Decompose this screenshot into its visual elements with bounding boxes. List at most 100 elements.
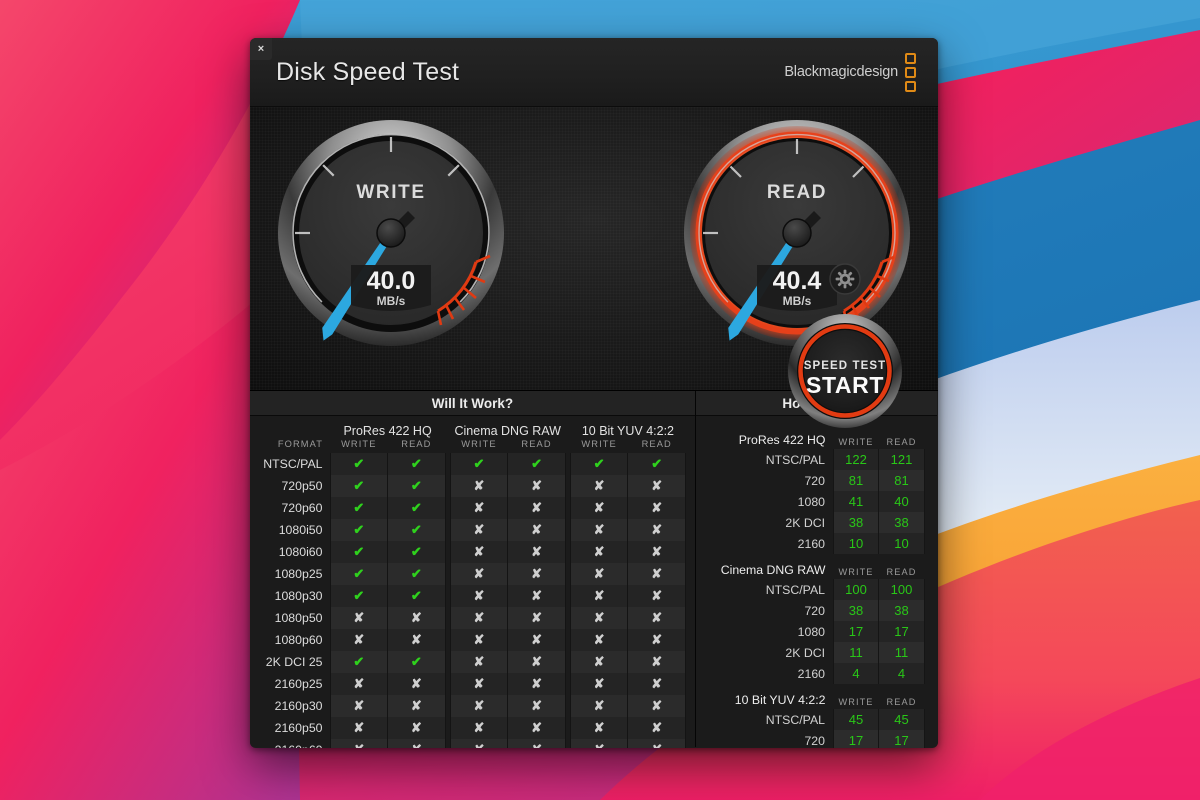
read-gauge-label: READ — [767, 182, 827, 203]
support-cross-icon: ✘ — [627, 585, 686, 607]
table-row: 1080 17 17 — [702, 621, 925, 642]
format-label: 720p50 — [281, 479, 323, 493]
how-fast-write-header: WRITE — [838, 697, 874, 707]
sub-write-1: WRITE — [341, 439, 377, 449]
format-label: 720p60 — [281, 501, 323, 515]
write-speed-value: 100 — [833, 579, 879, 600]
resolution-label: 720 — [804, 733, 825, 748]
support-cross-icon: ✘ — [507, 695, 566, 717]
write-speed-value: 38 — [833, 512, 879, 533]
support-check-icon: ✔ — [387, 563, 446, 585]
how-fast-pane: How Fast? ProRes 422 HQWRITEREADNTSC/PAL… — [696, 391, 937, 748]
support-cross-icon: ✘ — [507, 497, 566, 519]
support-cross-icon: ✘ — [569, 695, 629, 717]
how-fast-group-name: 10 Bit YUV 4:2:2 — [734, 693, 826, 707]
table-row: 2160p60✘✘✘✘✘✘ — [254, 739, 686, 748]
gear-icon[interactable] — [828, 262, 862, 296]
sub-read-2: READ — [521, 439, 552, 449]
results-area: Will It Work? ProRes 422 HQ Cinema DNG R… — [250, 391, 938, 748]
support-cross-icon: ✘ — [507, 541, 566, 563]
close-icon[interactable]: × — [250, 38, 272, 60]
support-cross-icon: ✘ — [449, 607, 509, 629]
format-label: 2160p25 — [274, 677, 323, 691]
support-check-icon: ✔ — [329, 519, 389, 541]
table-row: 2160p25 ✘ ✘ ✘ ✘ ✘ ✘ — [254, 673, 686, 695]
sub-write-2: WRITE — [461, 439, 497, 449]
how-fast-rows: ProRes 422 HQ WRITE READ NTSC/PAL 122 121 720 8… — [702, 424, 925, 748]
support-cross-icon: ✘ — [387, 673, 446, 695]
support-cross-icon: ✘ — [627, 739, 686, 748]
support-cross-icon: ✘ — [449, 629, 509, 651]
table-row: 1080p60 ✘ ✘ ✘ ✘ ✘ ✘ — [254, 629, 686, 651]
support-check-icon: ✔ — [329, 541, 389, 563]
how-fast-table-container: ProRes 422 HQ WRITE READ NTSC/PAL 122 121 720 8… — [696, 416, 937, 748]
read-speed-value: 38 — [878, 512, 925, 533]
table-row: 2K DCI 11 11 — [702, 642, 925, 663]
support-check-icon: ✔ — [627, 453, 686, 475]
format-label: 2160p60 — [254, 739, 330, 748]
support-cross-icon: ✘ — [569, 607, 629, 629]
support-check-icon: ✔ — [329, 651, 389, 673]
resolution-label: 2160 — [797, 536, 825, 551]
read-speed-value: 45 — [878, 709, 925, 730]
read-gauge-value: 40.4 — [773, 267, 822, 295]
read-speed-value: 11 — [878, 642, 925, 663]
support-cross-icon: ✘ — [627, 629, 686, 651]
table-row: 1080i60 ✔ ✔ ✘ ✘ ✘ ✘ — [254, 541, 686, 563]
write-speed-value: 4 — [833, 663, 879, 684]
codec-group-dng: Cinema DNG RAW — [454, 424, 561, 438]
page-title: Disk Speed Test — [276, 57, 460, 86]
support-cross-icon: ✘ — [627, 519, 686, 541]
table-row: 2160p50 ✘ ✘ ✘ ✘ ✘ ✘ — [254, 717, 686, 739]
format-label: 1080p60 — [274, 633, 323, 647]
support-check-icon: ✔ — [329, 585, 389, 607]
support-cross-icon: ✘ — [569, 651, 629, 673]
start-button-subtitle: SPEED TEST — [804, 360, 887, 372]
will-it-work-rows: NTSC/PAL ✔ ✔ ✔ ✔ ✔ ✔ 720p50 ✔ ✔ ✘ ✘ ✘ ✘ 720p60 ✔ ✔ ✘ ✘ ✘ ✘ 10… — [254, 453, 686, 748]
speed-test-start-button[interactable]: SPEED TEST START — [787, 313, 903, 429]
resolution-label: 2K DCI — [785, 515, 825, 530]
support-cross-icon: ✘ — [387, 607, 446, 629]
table-row: 2160 10 10 — [702, 533, 925, 554]
read-speed-value: 81 — [878, 470, 925, 491]
support-cross-icon: ✘ — [627, 651, 686, 673]
support-cross-icon: ✘ — [449, 541, 509, 563]
table-row: 720 38 38 — [702, 600, 925, 621]
support-cross-icon: ✘ — [329, 607, 389, 629]
resolution-label: 2160 — [797, 666, 825, 681]
support-cross-icon: ✘ — [627, 607, 686, 629]
support-cross-icon: ✘ — [507, 519, 566, 541]
gauge-panel: WRITE 40.0 MB/s READ 40.4 MB/s SPEED TES… — [250, 107, 938, 428]
support-cross-icon: ✘ — [507, 629, 566, 651]
support-cross-icon: ✘ — [627, 717, 686, 739]
support-cross-icon: ✘ — [387, 629, 446, 651]
support-cross-icon: ✘ — [569, 673, 629, 695]
support-cross-icon: ✘ — [627, 695, 686, 717]
format-label: 2160p30 — [274, 699, 323, 713]
table-row: 720p60 ✔ ✔ ✘ ✘ ✘ ✘ — [254, 497, 686, 519]
support-cross-icon: ✘ — [627, 563, 686, 585]
resolution-label: 1080 — [797, 494, 825, 509]
codec-group-yuv: 10 Bit YUV 4:2:2 — [581, 424, 674, 438]
write-gauge-label: WRITE — [356, 182, 425, 203]
write-gauge-value: 40.0 — [367, 267, 416, 295]
codec-group-header-row: ProRes 422 HQ Cinema DNG RAW 10 Bit YUV … — [254, 422, 686, 439]
table-row: 2160p30 ✘ ✘ ✘ ✘ ✘ ✘ — [254, 695, 686, 717]
brand-logo: Blackmagicdesign — [784, 52, 916, 92]
write-speed-value: 81 — [833, 470, 879, 491]
support-cross-icon: ✘ — [507, 717, 566, 739]
codec-group-prores: ProRes 422 HQ — [343, 424, 432, 438]
will-it-work-table-container: ProRes 422 HQ Cinema DNG RAW 10 Bit YUV … — [250, 416, 695, 748]
support-cross-icon: ✘ — [569, 541, 629, 563]
support-cross-icon: ✘ — [569, 519, 629, 541]
support-check-icon: ✔ — [387, 519, 446, 541]
support-check-icon: ✔ — [387, 541, 446, 563]
support-cross-icon: ✘ — [387, 717, 446, 739]
support-check-icon: ✔ — [387, 497, 446, 519]
support-cross-icon: ✘ — [569, 497, 629, 519]
blackmagic-mark-icon — [905, 52, 916, 92]
resolution-label: NTSC/PAL — [765, 452, 825, 467]
write-speed-value: 17 — [833, 621, 879, 642]
how-fast-write-header: WRITE — [838, 567, 874, 577]
subheader-row: FORMAT WRITE READ WRITE READ WRITE READ — [254, 439, 686, 453]
